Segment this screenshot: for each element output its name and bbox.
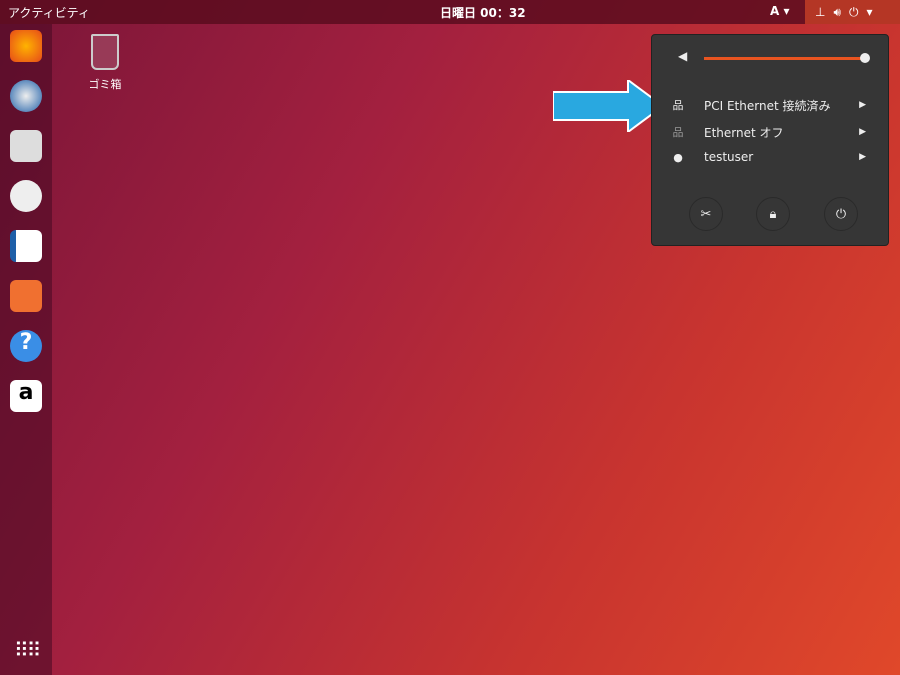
power-off-button[interactable]: ⏻ (824, 197, 858, 231)
rhythmbox-icon[interactable] (10, 180, 42, 212)
show-apps-icon[interactable]: ⠿⠿ (14, 638, 41, 662)
thunderbird-icon[interactable] (10, 80, 42, 112)
chevron-right-icon: ▶ (859, 100, 866, 110)
volume-icon: 🔊︎ (833, 4, 842, 19)
amazon-icon[interactable]: a (10, 380, 42, 412)
trash-desktop-icon[interactable]: ゴミ箱 (78, 34, 132, 92)
writer-icon[interactable] (10, 230, 42, 262)
settings-icon: ✂ (700, 206, 712, 222)
system-menu: ◀ 品 PCI Ethernet 接続済み ▶ 品 Ethernet オフ ▶ ● tes… (651, 34, 889, 246)
network-offline-icon: 品 (672, 126, 684, 139)
network-wired-icon: 品 (672, 99, 684, 112)
files-icon[interactable] (10, 130, 42, 162)
user-icon: ● (673, 150, 683, 164)
menu-item-ethernet[interactable]: 品 Ethernet オフ ▶ (652, 121, 890, 143)
arrow-annotation (553, 80, 663, 132)
dock: ? a (0, 24, 52, 675)
menu-item-user[interactable]: ● testuser ▶ (652, 146, 890, 168)
volume-icon: ◀ (678, 49, 688, 63)
firefox-icon[interactable] (10, 30, 42, 62)
trash-label: ゴミ箱 (88, 78, 122, 91)
clock[interactable]: 日曜日 00：32 (440, 4, 526, 21)
system-menu-button[interactable]: ⊥ 🔊︎ ⏻ ▾ (805, 0, 900, 24)
menu-item-label: testuser (704, 150, 754, 164)
software-icon[interactable] (10, 280, 42, 312)
network-icon: ⊥ (815, 5, 826, 19)
settings-button[interactable]: ✂ (689, 197, 723, 231)
lock-icon: 🔒︎ (769, 206, 777, 222)
power-icon: ⏻ (849, 4, 859, 19)
chevron-right-icon: ▶ (859, 127, 866, 137)
input-method-menu[interactable]: A ▾ (770, 4, 790, 18)
menu-item-label: PCI Ethernet 接続済み (704, 98, 831, 113)
top-bar: アクティビティ 日曜日 00：32 A ▾ ⊥ 🔊︎ ⏻ ▾ (0, 0, 900, 24)
help-icon[interactable]: ? (10, 330, 42, 362)
chevron-down-icon: ▾ (866, 5, 873, 19)
activities-button[interactable]: アクティビティ (8, 4, 90, 21)
volume-knob[interactable] (860, 53, 870, 63)
chevron-right-icon: ▶ (859, 152, 866, 162)
volume-slider[interactable] (704, 53, 870, 63)
lock-button[interactable]: 🔒︎ (756, 197, 790, 231)
trash-icon (91, 34, 119, 70)
menu-item-wired[interactable]: 品 PCI Ethernet 接続済み ▶ (652, 94, 890, 116)
power-icon: ⏻ (835, 206, 847, 222)
menu-item-label: Ethernet オフ (704, 125, 784, 140)
